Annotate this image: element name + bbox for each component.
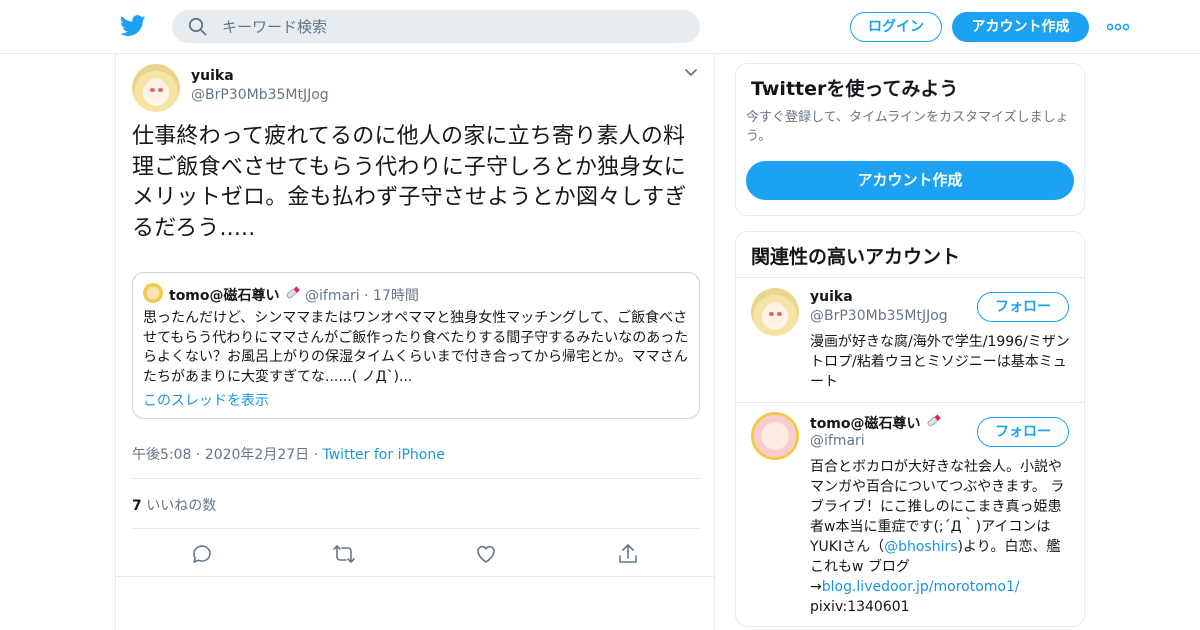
more-icon[interactable]	[1107, 23, 1129, 31]
quoted-author-name: tomo@磁石尊い	[169, 285, 302, 305]
twitter-logo-icon[interactable]	[120, 14, 146, 38]
account-handle[interactable]: @BrP30Mb35MtJJog	[810, 308, 948, 324]
quoted-author-meta: @ifmari · 17時間	[305, 285, 419, 305]
timestamp[interactable]: 午後5:08 · 2020年2月27日	[132, 447, 309, 463]
related-accounts-card: 関連性の高いアカウント yuika @BrP30Mb35MtJJog フォロー …	[735, 231, 1085, 627]
tweet-text: 仕事終わって疲れてるのに他人の家に立ち寄り素人の料理ご飯食べさせてもらう代わりに…	[132, 124, 687, 241]
follow-button[interactable]: フォロー	[977, 417, 1069, 447]
account-avatar[interactable]	[751, 288, 799, 336]
author-name[interactable]: yuika	[191, 68, 234, 84]
account-handle[interactable]: @ifmari	[810, 433, 865, 449]
author-handle[interactable]: @BrP30Mb35MtJJog	[191, 87, 329, 103]
tweet-column: yuika @BrP30Mb35MtJJog 仕事終わって疲れてるのに他人の家に…	[115, 54, 715, 630]
account-name-text: tomo@磁石尊い	[810, 416, 921, 432]
avatar-eye	[157, 88, 163, 92]
search-icon	[188, 17, 207, 36]
show-thread-link[interactable]: このスレッドを表示	[143, 390, 269, 410]
reply-icon[interactable]	[190, 542, 214, 566]
related-accounts-title: 関連性の高いアカウント	[751, 246, 961, 268]
follow-button[interactable]: フォロー	[977, 292, 1069, 322]
quoted-author-name-text: tomo@磁石尊い	[169, 288, 280, 304]
avatar-eye	[776, 312, 782, 316]
divider	[116, 576, 714, 577]
account-name[interactable]: tomo@磁石尊い	[810, 413, 943, 433]
bio-mention-link[interactable]: @bhoshirs	[884, 539, 957, 555]
magnet-icon	[286, 286, 301, 299]
create-account-button[interactable]: アカウント作成	[746, 161, 1074, 200]
account-bio: 漫画が好きな腐/海外で学生/1996/ミザントロプ/粘着ウヨとミソジニーは基本ミ…	[810, 334, 1070, 390]
login-button[interactable]: ログイン	[850, 12, 942, 42]
account-bio: 百合とボカロが大好きな社会人。小説やマンガや百合についてつぶやきます。 ラブライ…	[810, 457, 1072, 617]
top-bar: ログイン アカウント作成	[0, 0, 1200, 54]
quoted-time: 17時間	[373, 288, 419, 304]
quoted-text: 思ったんだけど、シンママまたはワンオペママと独身女性マッチングして、ご飯食べさせ…	[143, 310, 689, 385]
divider	[132, 528, 700, 529]
avatar[interactable]	[132, 64, 180, 112]
quoted-avatar	[143, 283, 163, 303]
share-icon[interactable]	[616, 542, 640, 566]
tweet-meta: 午後5:08 · 2020年2月27日 · Twitter for iPhone	[132, 444, 445, 464]
chevron-down-icon[interactable]	[684, 68, 698, 78]
likes-count: 7	[132, 498, 142, 514]
signup-card-subtitle: 今すぐ登録して、タイムラインをカスタマイズしましょう。	[746, 110, 1069, 144]
search-input[interactable]	[222, 10, 682, 43]
likes-label: いいねの数	[146, 498, 217, 514]
signup-card: Twitterを使ってみよう 今すぐ登録して、タイムラインをカスタマイズしましょ…	[735, 63, 1085, 216]
source-link[interactable]: Twitter for iPhone	[323, 447, 445, 463]
divider	[736, 402, 1084, 403]
divider	[736, 277, 1084, 278]
avatar-eye	[150, 88, 156, 92]
avatar-eye	[769, 312, 775, 316]
quoted-author-handle: @ifmari	[305, 288, 360, 304]
signup-button[interactable]: アカウント作成	[952, 12, 1089, 42]
likes-stat[interactable]: 7 いいねの数	[132, 495, 216, 515]
separator: ·	[309, 447, 323, 463]
quoted-tweet[interactable]: tomo@磁石尊い @ifmari · 17時間 思ったんだけど、シンママまたは…	[132, 272, 700, 419]
account-name[interactable]: yuika	[810, 289, 853, 305]
bio-blog-link[interactable]: blog.livedoor.jp/morotomo1/	[822, 579, 1020, 595]
retweet-icon[interactable]	[332, 542, 356, 566]
search-bar[interactable]	[172, 10, 700, 43]
separator: ·	[364, 288, 369, 304]
magnet-icon	[927, 414, 942, 427]
account-avatar[interactable]	[751, 412, 799, 460]
bio-text: pixiv:1340601	[810, 599, 910, 615]
signup-card-title: Twitterを使ってみよう	[751, 78, 959, 100]
like-icon[interactable]	[474, 542, 498, 566]
divider	[132, 478, 700, 479]
